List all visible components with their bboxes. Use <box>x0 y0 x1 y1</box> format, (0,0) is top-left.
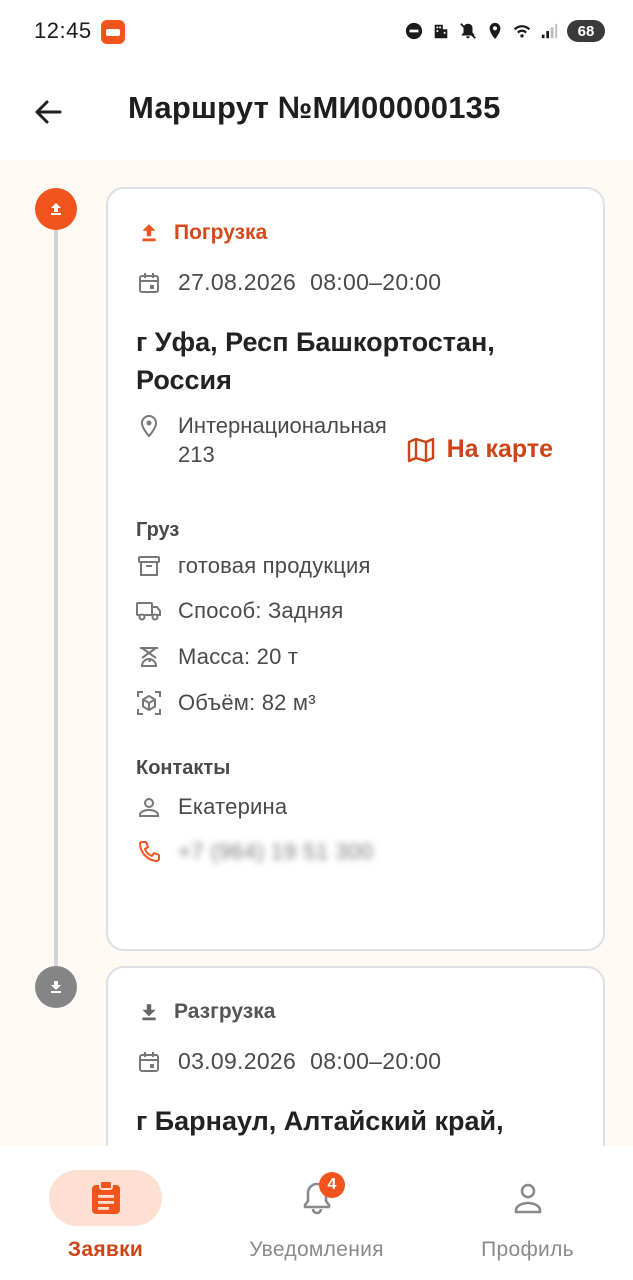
show-on-map-link[interactable]: На карте <box>407 435 553 464</box>
truck-icon <box>136 598 162 624</box>
contacts-section-title: Контакты <box>136 757 231 779</box>
stop-type-row: Разгрузка <box>136 999 275 1025</box>
cargo-volume-row: Объём: 82 м³ <box>136 690 316 716</box>
person-icon <box>136 794 162 820</box>
status-bar: 12:45 68 <box>0 0 633 64</box>
volume-cube-icon <box>136 690 162 716</box>
stop-date: 03.09.2026 <box>178 1048 297 1074</box>
stop-card-loading: Погрузка 27.08.2026 08:00–20:00 г Уфа, Р… <box>106 187 605 951</box>
download-icon <box>136 999 162 1025</box>
nav-item-profile[interactable]: Профиль <box>422 1146 633 1280</box>
route-content[interactable]: Погрузка 27.08.2026 08:00–20:00 г Уфа, Р… <box>0 160 633 1146</box>
contact-person-row: Екатерина <box>136 794 287 820</box>
location-pin-icon <box>136 413 162 439</box>
stop-address: Интернациональная 213 <box>178 413 387 467</box>
upload-icon <box>51 203 61 215</box>
nav-item-notifications[interactable]: 4 Уведомления <box>211 1146 422 1280</box>
address-row: Интернациональная 213 <box>136 411 387 469</box>
contact-person: Екатерина <box>178 794 288 819</box>
signal-icon <box>541 23 558 39</box>
show-on-map-label: На карте <box>446 435 553 463</box>
mute-icon <box>460 23 476 39</box>
location-icon <box>489 22 501 40</box>
arrow-left-icon <box>35 100 62 124</box>
status-time: 12:45 <box>34 18 92 43</box>
bottom-navigation: Заявки 4 Уведомления Профиль <box>0 1146 633 1280</box>
upload-icon <box>136 220 162 246</box>
stop-city: г Уфа, Респ Башкортостан, Россия <box>136 327 495 395</box>
map-icon <box>407 437 434 462</box>
person-icon <box>510 1180 546 1216</box>
back-button[interactable] <box>30 94 66 130</box>
date-row: 03.09.2026 08:00–20:00 <box>136 1048 441 1075</box>
building-icon <box>434 24 448 39</box>
stop-type-row: Погрузка <box>136 220 267 246</box>
wifi-icon <box>513 25 531 38</box>
nav-label: Профиль <box>481 1238 574 1261</box>
loading-marker <box>35 188 77 230</box>
contact-phone[interactable]: +7 (964) 19 51 300 <box>178 839 374 865</box>
app-header: Маршрут №МИ00000135 <box>0 64 633 160</box>
nav-item-requests[interactable]: Заявки <box>0 1146 211 1280</box>
stop-city: г Барнаул, Алтайский край, <box>136 1106 504 1136</box>
download-icon <box>51 981 61 993</box>
stop-card-unloading: Разгрузка 03.09.2026 08:00–20:00 г Барна… <box>106 966 605 1146</box>
app-notification-icon <box>101 20 125 44</box>
battery-indicator: 68 <box>567 20 605 42</box>
status-icons: 68 <box>405 20 605 42</box>
timeline-line <box>54 222 58 982</box>
scale-icon <box>136 644 162 670</box>
unloading-marker <box>35 966 77 1008</box>
calendar-icon <box>136 1049 162 1075</box>
cargo-mass-row: Масса: 20 т <box>136 644 298 670</box>
date-row: 27.08.2026 08:00–20:00 <box>136 269 441 296</box>
dnd-icon <box>405 22 423 40</box>
stop-type-label: Погрузка <box>174 221 268 244</box>
calendar-icon <box>136 270 162 296</box>
cargo-section-title: Груз <box>136 519 180 541</box>
archive-box-icon <box>136 553 162 579</box>
stop-time: 08:00–20:00 <box>310 1048 442 1074</box>
phone-icon <box>136 839 162 865</box>
cargo-volume: Объём: 82 м³ <box>178 690 316 715</box>
page-title: Маршрут №МИ00000135 <box>128 90 501 125</box>
cargo-name: готовая продукция <box>178 553 371 578</box>
nav-label: Заявки <box>67 1238 144 1261</box>
nav-label: Уведомления <box>249 1238 384 1261</box>
cargo-name-row: готовая продукция <box>136 553 371 579</box>
contact-phone-row[interactable]: +7 (964) 19 51 300 <box>136 839 374 865</box>
clipboard-icon <box>88 1180 124 1216</box>
cargo-method-row: Способ: Задняя <box>136 598 343 624</box>
notification-count-badge: 4 <box>319 1172 345 1198</box>
stop-time: 08:00–20:00 <box>310 269 442 295</box>
cargo-method: Способ: Задняя <box>178 598 344 623</box>
cargo-mass: Масса: 20 т <box>178 644 299 669</box>
stop-type-label: Разгрузка <box>174 1000 276 1023</box>
stop-date: 27.08.2026 <box>178 269 297 295</box>
